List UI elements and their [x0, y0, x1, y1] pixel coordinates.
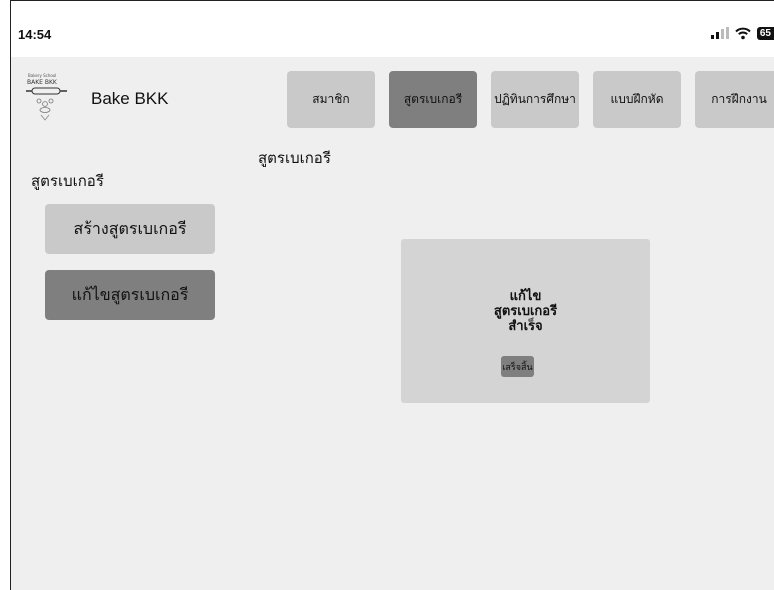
wifi-icon — [735, 27, 751, 39]
dialog-message-line3: สำเร็จ — [508, 319, 543, 334]
brand-name: Bake BKK — [91, 89, 169, 108]
dialog-message-line2: สูตรเบเกอรี — [493, 304, 558, 319]
page-title: สูตรเบเกอรี — [258, 149, 331, 167]
done-button[interactable]: เสร็จสิ้น — [501, 356, 534, 377]
nav-tab-bakery-recipes[interactable]: สูตรเบเกอรี — [389, 71, 477, 128]
nav-tab-members[interactable]: สมาชิก — [287, 71, 375, 128]
dialog-message: แก้ไข สูตรเบเกอรี สำเร็จ — [401, 289, 650, 334]
nav-tab-academic-calendar[interactable]: ปฏิทินการศึกษา — [491, 71, 579, 128]
signal-icon — [710, 27, 729, 39]
logo-text: BAKE BKK — [27, 79, 58, 86]
app-frame: 14:54 65 Bakery School BAKE BKK Bake BKK… — [10, 0, 774, 590]
svg-text:Bakery School: Bakery School — [28, 73, 56, 78]
battery-icon: 65 — [756, 26, 774, 40]
sidebar-title: สูตรเบเกอรี — [31, 172, 104, 190]
nav-tab-internship[interactable]: การฝึกงาน — [695, 71, 774, 128]
edit-recipe-button[interactable]: แก้ไขสูตรเบเกอรี — [45, 270, 215, 320]
bakery-logo: Bakery School BAKE BKK — [26, 73, 67, 121]
dialog-message-line1: แก้ไข — [509, 289, 542, 304]
create-recipe-button[interactable]: สร้างสูตรเบเกอรี — [45, 204, 215, 254]
success-dialog: แก้ไข สูตรเบเกอรี สำเร็จ เสร็จสิ้น — [401, 239, 650, 403]
status-bar: 14:54 65 — [11, 1, 774, 57]
nav-tab-exercises[interactable]: แบบฝึกหัด — [593, 71, 681, 128]
status-time: 14:54 — [18, 27, 52, 42]
status-icons: 65 — [710, 25, 774, 41]
